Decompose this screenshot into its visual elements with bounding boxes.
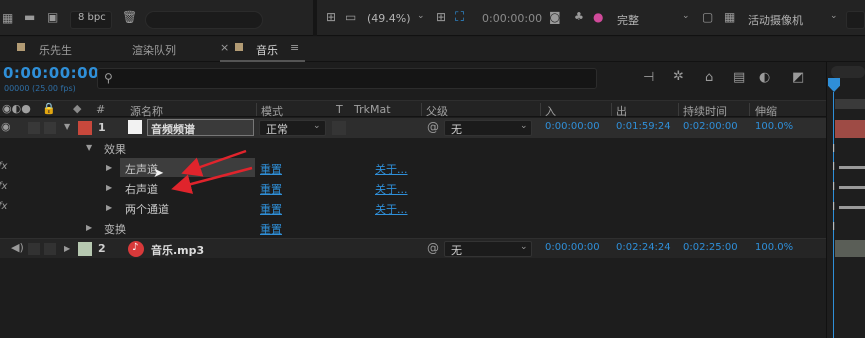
annotation-arrows	[171, 149, 253, 194]
mouse-cursor-icon: ➤	[153, 166, 164, 181]
arrow-to-left-channel	[181, 149, 247, 177]
